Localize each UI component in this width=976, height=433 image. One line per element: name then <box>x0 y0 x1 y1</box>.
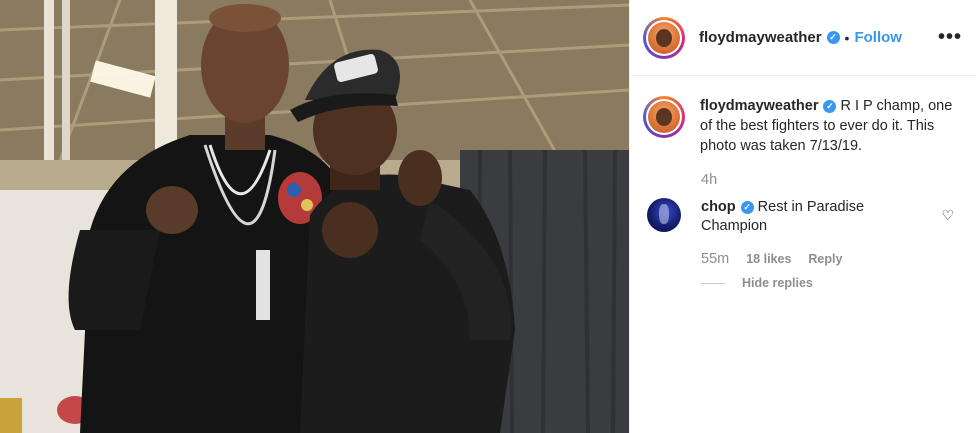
more-options-icon[interactable]: ••• <box>938 26 962 49</box>
caption-timestamp[interactable]: 4h <box>701 172 717 188</box>
post-photo[interactable] <box>0 0 629 433</box>
hide-replies-label: Hide replies <box>742 276 813 290</box>
comment-item: chop ✓ Rest in Paradise Champion <box>647 198 967 236</box>
reply-button[interactable]: Reply <box>808 252 842 266</box>
follow-button[interactable]: Follow <box>854 29 902 46</box>
commenter-avatar[interactable] <box>647 198 681 232</box>
caption-author-avatar[interactable] <box>643 96 685 138</box>
author-avatar-image <box>648 21 680 54</box>
header-separator: • <box>844 29 850 46</box>
comment-timestamp[interactable]: 55m <box>701 251 729 267</box>
comment-likes[interactable]: 18 likes <box>746 252 791 266</box>
caption-author-avatar-image <box>648 101 680 133</box>
post-photo-illustration <box>0 0 629 433</box>
post-caption: floydmayweather ✓ R I P champ, one of the… <box>643 96 963 156</box>
heart-outline-icon[interactable]: ♡ <box>941 207 954 224</box>
comment-body: chop ✓ Rest in Paradise Champion <box>701 198 931 236</box>
author-avatar[interactable] <box>643 16 685 59</box>
hide-replies-button[interactable]: Hide replies <box>701 276 813 290</box>
replies-divider <box>701 282 725 284</box>
author-username[interactable]: floydmayweather <box>699 29 822 46</box>
post-header: floydmayweather ✓ • Follow ••• <box>630 0 976 76</box>
caption-username[interactable]: floydmayweather <box>700 98 818 114</box>
post-sidebar: floydmayweather ✓ • Follow ••• floydmayw… <box>629 0 976 433</box>
verified-badge-icon: ✓ <box>740 200 754 214</box>
comment-username[interactable]: chop <box>701 199 736 215</box>
caption-text-block: floydmayweather ✓ R I P champ, one of the… <box>700 96 962 156</box>
comment-meta: 55m 18 likes Reply <box>701 251 842 267</box>
verified-badge-icon: ✓ <box>826 31 840 44</box>
verified-badge-icon: ✓ <box>823 99 837 113</box>
